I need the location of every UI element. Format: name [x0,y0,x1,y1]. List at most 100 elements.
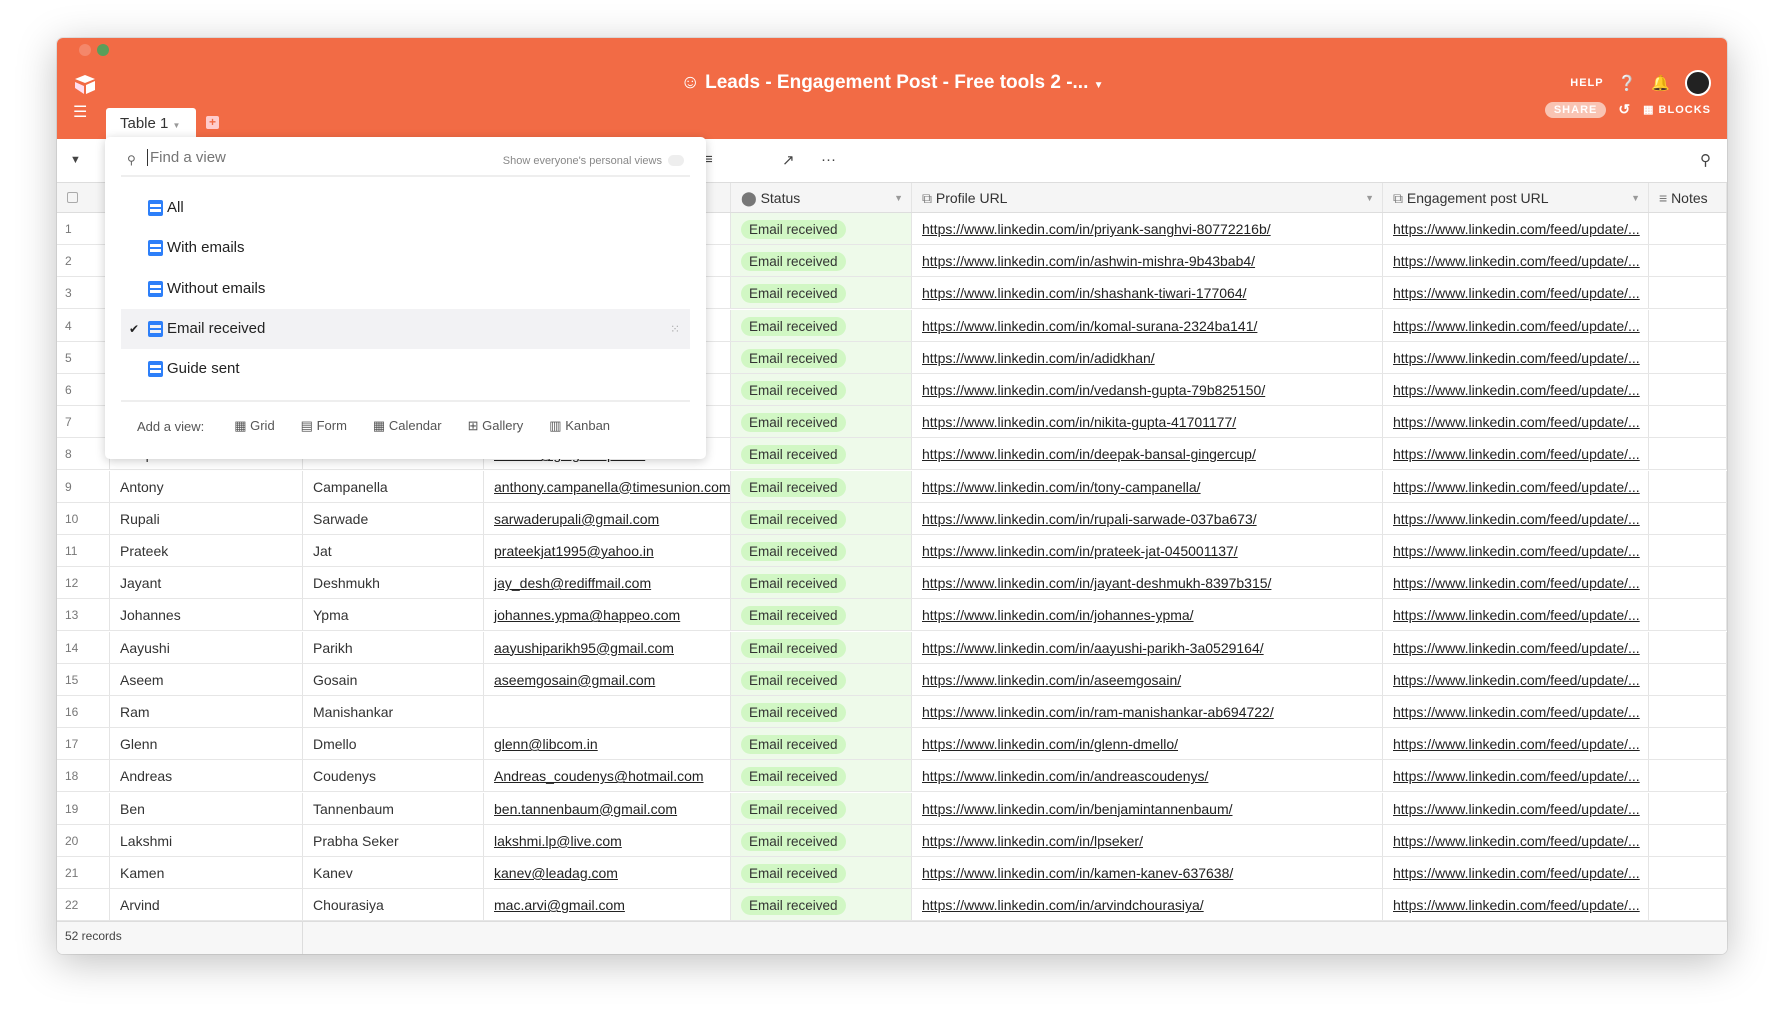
profile-url-cell[interactable]: https://www.linkedin.com/in/aayushi-pari… [912,631,1383,663]
cell-text[interactable]: https://www.linkedin.com/in/kamen-kanev-… [922,865,1233,881]
cell-text[interactable]: ben.tannenbaum@gmail.com [494,801,677,817]
engagement-url-cell[interactable]: https://www.linkedin.com/feed/update/... [1383,824,1649,856]
email-cell[interactable]: mac.arvi@gmail.com [484,889,731,921]
first-name-cell[interactable]: Rupali [110,502,303,534]
table-row[interactable]: 14 Aayushi Parikh aayushiparikh95@gmail.com… [57,631,1727,664]
status-cell[interactable]: Email received [731,470,912,502]
last-name-cell[interactable]: Sarwade [303,502,484,534]
notes-cell[interactable] [1649,213,1727,244]
status-cell[interactable]: Email received [731,857,912,888]
cell-text[interactable]: https://www.linkedin.com/in/andreascoude… [922,768,1208,784]
table-row[interactable]: 10 Rupali Sarwade sarwaderupali@gmail.com Em… [57,502,1727,535]
profile-url-cell[interactable]: https://www.linkedin.com/in/kamen-kanev-… [912,857,1383,888]
cell-text[interactable]: https://www.linkedin.com/feed/update/... [1393,736,1640,752]
find-view-input[interactable] [147,149,407,166]
personal-views-toggle[interactable] [668,155,684,166]
profile-url-cell[interactable]: https://www.linkedin.com/in/shashank-tiw… [912,277,1383,309]
engagement-url-cell[interactable]: https://www.linkedin.com/feed/update/... [1383,374,1649,405]
cell-text[interactable]: https://www.linkedin.com/feed/update/... [1393,221,1640,237]
cell-text[interactable]: https://www.linkedin.com/feed/update/... [1393,672,1640,688]
status-cell[interactable]: Email received [731,760,912,792]
last-name-cell[interactable]: Gosain [303,663,484,695]
notes-cell[interactable] [1649,567,1727,599]
engagement-url-cell[interactable]: https://www.linkedin.com/feed/update/... [1383,760,1649,792]
email-cell[interactable]: sarwaderupali@gmail.com [484,502,731,534]
profile-url-cell[interactable]: https://www.linkedin.com/in/komal-surana… [912,309,1383,341]
cell-text[interactable]: https://www.linkedin.com/in/rupali-sarwa… [922,511,1257,527]
engagement-url-cell[interactable]: https://www.linkedin.com/feed/update/... [1383,663,1649,695]
engagement-url-cell[interactable]: https://www.linkedin.com/feed/update/... [1383,535,1649,566]
status-cell[interactable]: Email received [731,374,912,405]
view-item[interactable]: With emails [121,228,690,268]
cell-text[interactable]: https://www.linkedin.com/feed/update/... [1393,607,1640,623]
engagement-url-cell[interactable]: https://www.linkedin.com/feed/update/... [1383,341,1649,373]
cell-text[interactable]: https://www.linkedin.com/feed/update/... [1393,575,1640,591]
status-cell[interactable]: Email received [731,341,912,373]
cell-text[interactable]: https://www.linkedin.com/feed/update/... [1393,833,1640,849]
table-row[interactable]: 16 Ram Manishankar Email received https://ww… [57,696,1727,728]
notes-cell[interactable] [1649,374,1727,405]
cell-text[interactable]: https://www.linkedin.com/in/komal-surana… [922,318,1257,334]
notes-cell[interactable] [1649,663,1727,695]
profile-url-cell[interactable]: https://www.linkedin.com/in/priyank-sang… [912,213,1383,244]
first-name-cell[interactable]: Jayant [110,567,303,599]
cell-text[interactable]: Andreas_coudenys@hotmail.com [494,768,704,784]
notes-cell[interactable] [1649,502,1727,534]
cell-text[interactable]: lakshmi.lp@live.com [494,833,622,849]
profile-url-cell[interactable]: https://www.linkedin.com/in/lpseker/ [912,824,1383,856]
share-button[interactable]: SHARE [1544,101,1607,118]
notes-cell[interactable] [1649,245,1727,277]
chevron-down-icon[interactable]: ▼ [1365,183,1374,212]
profile-url-cell[interactable]: https://www.linkedin.com/in/deepak-bansa… [912,438,1383,470]
last-name-cell[interactable]: Manishankar [303,696,484,727]
profile-url-cell[interactable]: https://www.linkedin.com/in/nikita-gupta… [912,406,1383,438]
cell-text[interactable]: https://www.linkedin.com/feed/update/... [1393,318,1640,334]
last-name-cell[interactable]: Prabha Seker [303,824,484,856]
first-name-cell[interactable]: Arvind [110,889,303,921]
profile-url-cell[interactable]: https://www.linkedin.com/in/aseemgosain/ [912,663,1383,695]
engagement-url-cell[interactable]: https://www.linkedin.com/feed/update/... [1383,728,1649,760]
cell-text[interactable]: https://www.linkedin.com/feed/update/... [1393,801,1640,817]
notes-cell[interactable] [1649,631,1727,663]
status-cell[interactable]: Email received [731,599,912,631]
notes-cell[interactable] [1649,889,1727,921]
profile-url-cell[interactable]: https://www.linkedin.com/in/jayant-deshm… [912,567,1383,599]
email-cell[interactable]: kanev@leadag.com [484,857,731,888]
engagement-url-cell[interactable]: https://www.linkedin.com/feed/update/... [1383,245,1649,277]
search-icon[interactable]: ⚲ [1700,151,1711,169]
status-cell[interactable]: Email received [731,631,912,663]
add-view-grid-button[interactable]: ▦ Grid [234,418,274,434]
first-name-cell[interactable]: Lakshmi [110,824,303,856]
email-cell[interactable]: lakshmi.lp@live.com [484,824,731,856]
engagement-url-cell[interactable]: https://www.linkedin.com/feed/update/... [1383,631,1649,663]
profile-url-cell[interactable]: https://www.linkedin.com/in/rupali-sarwa… [912,502,1383,534]
first-name-cell[interactable]: Aayushi [110,631,303,663]
notes-cell[interactable] [1649,277,1727,309]
table-row[interactable]: 19 Ben Tannenbaum ben.tannenbaum@gmail.com E… [57,792,1727,825]
cell-text[interactable]: johannes.ypma@happeo.com [494,607,680,623]
tab-table-1[interactable]: Table 1 ▼ [106,108,196,139]
more-icon[interactable]: ··· [821,151,836,168]
column-header-profile[interactable]: ⧉ Profile URL ▼ [912,183,1383,212]
status-cell[interactable]: Email received [731,728,912,760]
cell-text[interactable]: https://www.linkedin.com/feed/update/... [1393,414,1640,430]
profile-url-cell[interactable]: https://www.linkedin.com/in/johannes-ypm… [912,599,1383,631]
menu-icon[interactable]: ☰ [73,102,87,122]
notes-cell[interactable] [1649,792,1727,824]
email-cell[interactable]: johannes.ypma@happeo.com [484,599,731,631]
cell-text[interactable]: https://www.linkedin.com/in/jayant-deshm… [922,575,1271,591]
column-header-status[interactable]: ⬤ Status ▼ [731,183,912,212]
profile-url-cell[interactable]: https://www.linkedin.com/in/arvindchoura… [912,889,1383,921]
view-item[interactable]: ✔ ⁙ Email received [121,308,690,349]
engagement-url-cell[interactable]: https://www.linkedin.com/feed/update/... [1383,406,1649,438]
profile-url-cell[interactable]: https://www.linkedin.com/in/glenn-dmello… [912,728,1383,760]
cell-text[interactable]: https://www.linkedin.com/feed/update/... [1393,382,1640,398]
profile-url-cell[interactable]: https://www.linkedin.com/in/vedansh-gupt… [912,374,1383,405]
cell-text[interactable]: https://www.linkedin.com/in/aseemgosain/ [922,672,1181,688]
status-cell[interactable]: Email received [731,663,912,695]
table-row[interactable]: 11 Prateek Jat prateekjat1995@yahoo.in Email… [57,535,1727,567]
notes-cell[interactable] [1649,696,1727,727]
cell-text[interactable]: prateekjat1995@yahoo.in [494,543,654,559]
email-cell[interactable]: Andreas_coudenys@hotmail.com [484,760,731,792]
profile-url-cell[interactable]: https://www.linkedin.com/in/ram-manishan… [912,696,1383,727]
